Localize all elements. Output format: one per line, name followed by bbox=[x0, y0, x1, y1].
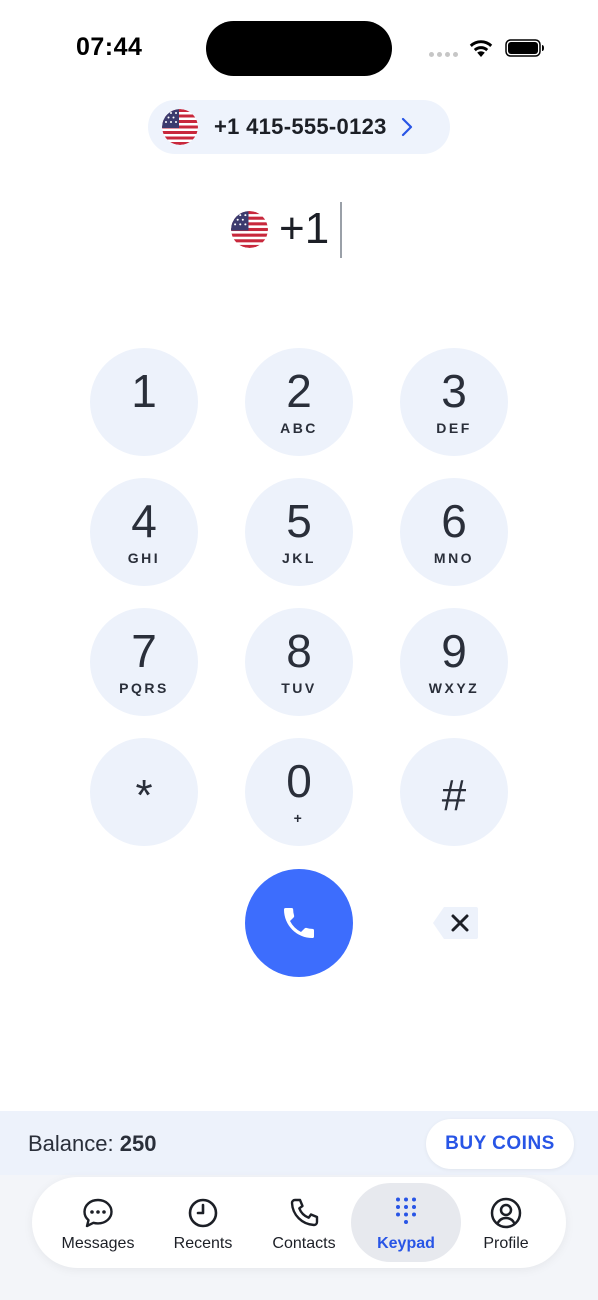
user-circle-icon bbox=[490, 1197, 522, 1229]
us-flag-icon bbox=[231, 211, 268, 248]
key-digit: 1 bbox=[131, 365, 157, 417]
key-letters: PQRS bbox=[119, 680, 169, 696]
key-letters: TUV bbox=[281, 680, 317, 696]
key-letters: DEF bbox=[436, 420, 472, 436]
dialed-number-field[interactable]: +1 bbox=[0, 200, 598, 260]
key-digit: 6 bbox=[441, 495, 467, 547]
tab-keypad[interactable]: Keypad bbox=[351, 1183, 461, 1262]
us-flag-icon bbox=[162, 109, 198, 145]
key-star[interactable]: * bbox=[90, 738, 198, 846]
call-button[interactable] bbox=[245, 869, 353, 977]
key-digit: 3 bbox=[441, 365, 467, 417]
balance-bar: Balance: 250 BUY COINS bbox=[0, 1111, 598, 1175]
tab-label: Recents bbox=[173, 1235, 233, 1252]
keypad-dots-icon bbox=[396, 1197, 416, 1224]
key-letters: ABC bbox=[280, 420, 318, 436]
tab-contacts[interactable]: Contacts bbox=[249, 1183, 359, 1262]
key-letters: WXYZ bbox=[428, 680, 480, 696]
key-digit: 0 bbox=[286, 755, 312, 807]
chevron-right-icon bbox=[401, 117, 412, 137]
message-bubble-icon bbox=[83, 1198, 113, 1228]
cellular-signal-icon bbox=[429, 52, 458, 57]
key-digit: 9 bbox=[441, 625, 467, 677]
key-7[interactable]: 7 PQRS bbox=[90, 608, 198, 716]
balance-label: Balance: 250 bbox=[28, 1131, 156, 1157]
key-4[interactable]: 4 GHI bbox=[90, 478, 198, 586]
tab-profile[interactable]: Profile bbox=[451, 1183, 561, 1262]
key-2[interactable]: 2 ABC bbox=[245, 348, 353, 456]
caller-id-selector[interactable]: +1 415-555-0123 bbox=[148, 100, 450, 154]
caller-id-number: +1 415-555-0123 bbox=[214, 114, 387, 139]
key-digit: 4 bbox=[131, 495, 157, 547]
key-digit: # bbox=[441, 771, 467, 820]
key-letters: GHI bbox=[127, 550, 161, 566]
key-6[interactable]: 6 MNO bbox=[400, 478, 508, 586]
tab-label: Keypad bbox=[377, 1235, 435, 1252]
balance-value: 250 bbox=[119, 1131, 157, 1156]
status-bar: 07:44 bbox=[0, 0, 598, 96]
key-letters: + bbox=[293, 810, 305, 826]
key-3[interactable]: 3 DEF bbox=[400, 348, 508, 456]
key-8[interactable]: 8 TUV bbox=[245, 608, 353, 716]
key-1[interactable]: 1 bbox=[90, 348, 198, 456]
tab-bar: Messages Recents Contacts Keypad Profile bbox=[32, 1177, 566, 1268]
battery-icon bbox=[505, 39, 544, 57]
phone-icon bbox=[290, 1198, 319, 1227]
wifi-icon bbox=[469, 40, 493, 57]
key-digit: 2 bbox=[286, 365, 312, 417]
tab-label: Messages bbox=[61, 1235, 135, 1252]
key-digit: 5 bbox=[286, 495, 312, 547]
country-code: +1 bbox=[279, 204, 330, 253]
balance-label-text: Balance: bbox=[28, 1131, 114, 1156]
key-hash[interactable]: # bbox=[400, 738, 508, 846]
phone-icon bbox=[284, 908, 314, 938]
key-0[interactable]: 0 + bbox=[245, 738, 353, 846]
text-cursor bbox=[340, 202, 342, 258]
key-letters: JKL bbox=[282, 550, 316, 566]
key-digit: * bbox=[135, 771, 153, 820]
buy-coins-button[interactable]: BUY COINS bbox=[426, 1119, 574, 1169]
key-5[interactable]: 5 JKL bbox=[245, 478, 353, 586]
key-digit: 7 bbox=[131, 625, 157, 677]
tab-recents[interactable]: Recents bbox=[148, 1183, 258, 1262]
clock-icon bbox=[188, 1198, 218, 1228]
tab-label: Profile bbox=[483, 1235, 529, 1252]
tab-messages[interactable]: Messages bbox=[43, 1183, 153, 1262]
key-9[interactable]: 9 WXYZ bbox=[400, 608, 508, 716]
status-time: 07:44 bbox=[76, 33, 143, 61]
tab-label: Contacts bbox=[272, 1235, 336, 1252]
dynamic-island bbox=[206, 21, 392, 76]
key-letters: MNO bbox=[433, 550, 475, 566]
backspace-icon[interactable] bbox=[432, 906, 478, 940]
key-digit: 8 bbox=[286, 625, 312, 677]
